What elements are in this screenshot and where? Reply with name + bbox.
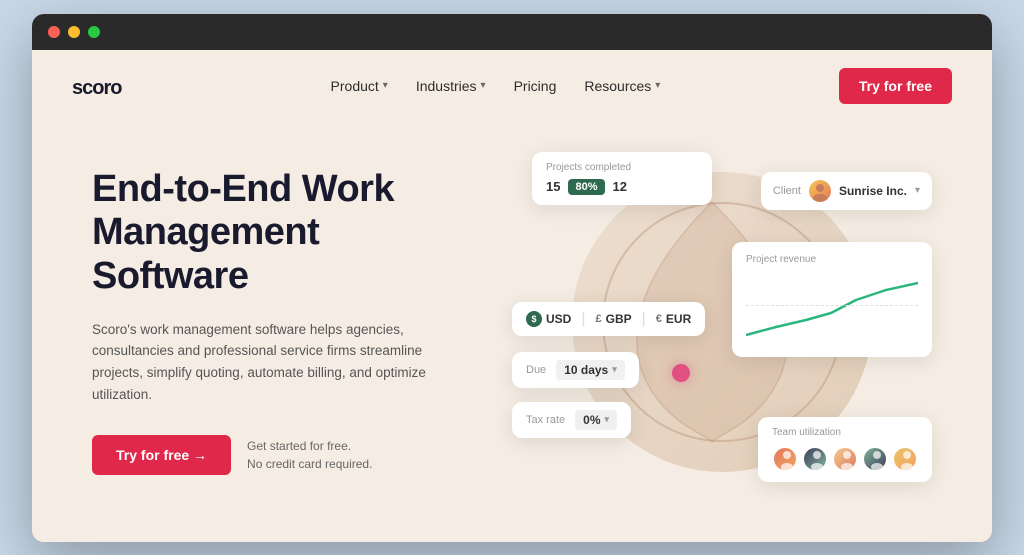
card-due: Due 10 days ▾ xyxy=(512,352,639,388)
projects-stats: 15 80% 12 xyxy=(546,179,698,195)
projects-num-right: 12 xyxy=(613,179,627,194)
projects-badge: 80% xyxy=(568,179,604,195)
due-badge[interactable]: 10 days ▾ xyxy=(556,360,625,380)
svg-text:scoro: scoro xyxy=(72,77,122,98)
revenue-title: Project revenue xyxy=(746,254,918,265)
nav-pricing[interactable]: Pricing xyxy=(514,78,557,94)
chevron-down-icon: ▾ xyxy=(655,80,660,91)
chart-dashed-line xyxy=(746,305,918,306)
currency-usd[interactable]: $ USD xyxy=(526,311,571,327)
card-currency: $ USD | £ GBP | € EUR xyxy=(512,302,705,336)
usd-icon: $ xyxy=(526,311,542,327)
team-avatar-5 xyxy=(892,446,918,472)
hero-cta-button[interactable]: Try for free → xyxy=(92,435,231,475)
chevron-down-icon: ▾ xyxy=(612,364,617,375)
hero-illustration: Projects completed 15 80% 12 Client xyxy=(512,142,932,502)
card-revenue: Project revenue xyxy=(732,242,932,357)
card-tax: Tax rate 0% ▾ xyxy=(512,402,631,438)
logo-svg: scoro xyxy=(72,74,152,98)
chevron-down-icon: ▾ xyxy=(481,80,486,91)
chart-area xyxy=(746,275,918,345)
hero-cta-note: Get started for free. No credit card req… xyxy=(247,437,372,473)
currency-gbp[interactable]: £ GBP xyxy=(596,312,632,326)
hero-left: End-to-End Work Management Software Scor… xyxy=(92,168,472,475)
client-name: Sunrise Inc. xyxy=(839,184,907,198)
navbar: scoro Product ▾ Industries ▾ Pricing Res… xyxy=(32,50,992,122)
client-label: Client xyxy=(773,185,801,197)
hero-section: End-to-End Work Management Software Scor… xyxy=(32,122,992,542)
chevron-down-icon: ▾ xyxy=(604,414,609,425)
chevron-down-icon: ▾ xyxy=(383,80,388,91)
nav-links: Product ▾ Industries ▾ Pricing Resources… xyxy=(331,78,661,94)
chevron-down-icon: ▾ xyxy=(915,185,920,196)
nav-industries[interactable]: Industries ▾ xyxy=(416,78,486,94)
team-avatars xyxy=(772,446,918,472)
card-team: Team utilization xyxy=(758,417,932,482)
nav-cta-button[interactable]: Try for free xyxy=(839,68,952,104)
page-content: scoro Product ▾ Industries ▾ Pricing Res… xyxy=(32,50,992,542)
team-avatar-2 xyxy=(802,446,828,472)
team-avatar-4 xyxy=(862,446,888,472)
team-avatar-1 xyxy=(772,446,798,472)
card-projects: Projects completed 15 80% 12 xyxy=(532,152,712,205)
hero-title: End-to-End Work Management Software xyxy=(92,168,472,299)
card-client[interactable]: Client Sunrise Inc. ▾ xyxy=(761,172,932,210)
projects-label: Projects completed xyxy=(546,162,698,173)
browser-window: scoro Product ▾ Industries ▾ Pricing Res… xyxy=(32,14,992,542)
client-avatar xyxy=(809,180,831,202)
revenue-chart xyxy=(746,275,918,345)
team-avatar-3 xyxy=(832,446,858,472)
minimize-dot[interactable] xyxy=(68,26,80,38)
close-dot[interactable] xyxy=(48,26,60,38)
maximize-dot[interactable] xyxy=(88,26,100,38)
nav-resources[interactable]: Resources ▾ xyxy=(584,78,660,94)
nav-product[interactable]: Product ▾ xyxy=(331,78,388,94)
currency-eur[interactable]: € EUR xyxy=(656,312,691,326)
tax-badge[interactable]: 0% ▾ xyxy=(575,410,617,430)
pink-dot xyxy=(672,364,690,382)
tax-label: Tax rate xyxy=(526,414,565,426)
hero-cta-row: Try for free → Get started for free. No … xyxy=(92,435,472,475)
projects-num-left: 15 xyxy=(546,179,560,194)
team-title: Team utilization xyxy=(772,427,918,438)
hero-subtitle: Scoro's work management software helps a… xyxy=(92,319,432,405)
due-label: Due xyxy=(526,364,546,376)
logo[interactable]: scoro xyxy=(72,74,152,98)
browser-chrome xyxy=(32,14,992,50)
